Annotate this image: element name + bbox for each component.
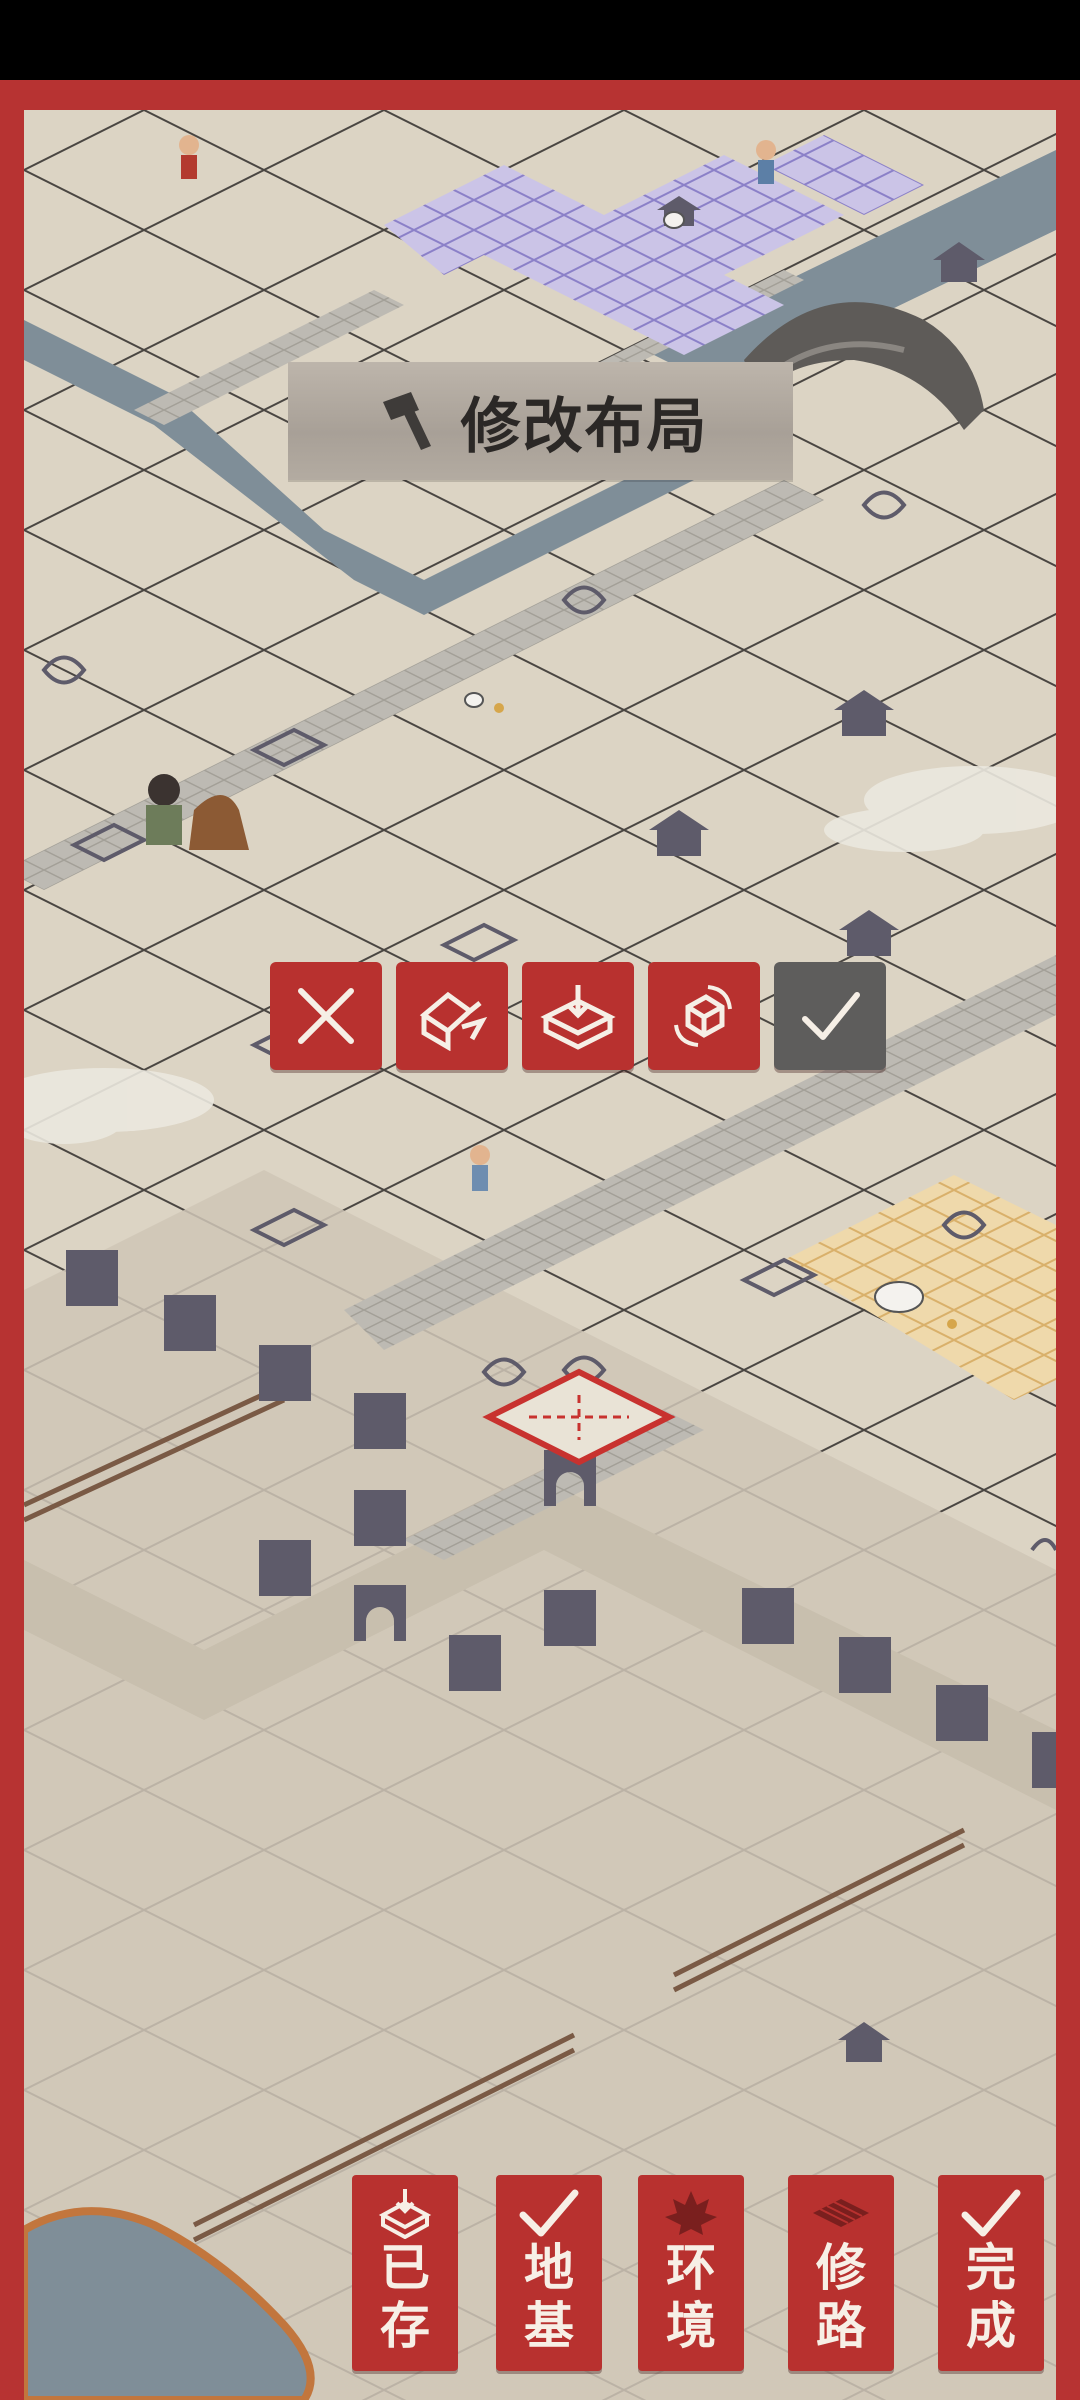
game-frame: 修改布局 已 存 地 基 环 境 修 路 完 成 [0,80,1080,2400]
environment-label-bottom: 境 [666,2296,716,2355]
confirm-button[interactable] [774,962,886,1070]
status-bar [0,0,1080,80]
saved-label-top: 已 [380,2238,430,2297]
foundation-label-bottom: 基 [524,2296,574,2355]
demolish-icon [419,991,488,1051]
rotate-button[interactable] [648,962,760,1070]
edit-layout-banner: 修改布局 [288,362,793,480]
environment-label-top: 环 [666,2238,716,2297]
environment-button[interactable]: 环 境 [638,2175,744,2371]
bottom-menu: 已 存 地 基 环 境 修 路 完 成 [0,2175,1080,2400]
saved-label-bottom: 存 [380,2296,430,2355]
done-button[interactable]: 完 成 [938,2175,1044,2371]
check-icon [519,2189,579,2237]
saved-button[interactable]: 已 存 [352,2175,458,2371]
store-button[interactable] [522,962,634,1070]
check-icon [961,2189,1021,2237]
foundation-button[interactable]: 地 基 [496,2175,602,2371]
store-box-icon [540,985,616,1050]
rotate-icon [674,985,732,1047]
foundation-label-top: 地 [524,2238,574,2297]
paving-icon [813,2199,869,2227]
done-label-top: 完 [966,2238,1016,2297]
demolish-button[interactable] [396,962,508,1070]
road-label-bottom: 路 [816,2296,866,2355]
box-down-icon [378,2189,432,2239]
building-action-bar [270,962,886,1072]
maple-leaf-icon [665,2191,717,2235]
banner-title: 修改布局 [460,391,709,462]
close-icon [298,988,354,1044]
done-label-bottom: 成 [966,2296,1016,2355]
check-icon [802,992,860,1040]
road-label-top: 修 [816,2238,866,2297]
cancel-button[interactable] [270,962,382,1070]
road-button[interactable]: 修 路 [788,2175,894,2371]
hammer-icon [373,384,443,458]
